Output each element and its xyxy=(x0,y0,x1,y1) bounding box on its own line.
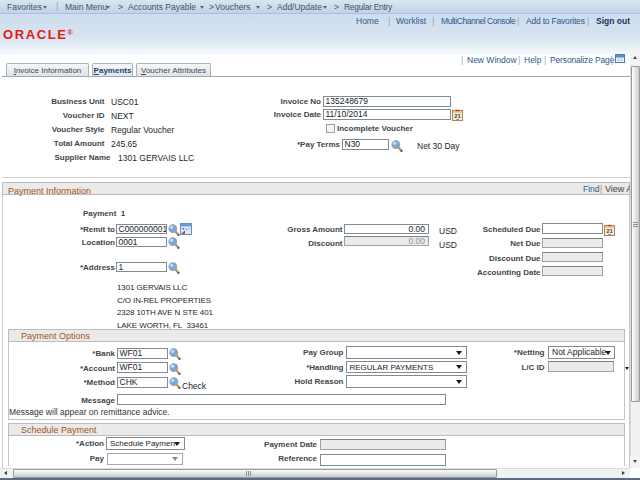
svg-text:21: 21 xyxy=(454,113,461,119)
svg-text:21: 21 xyxy=(606,228,613,234)
